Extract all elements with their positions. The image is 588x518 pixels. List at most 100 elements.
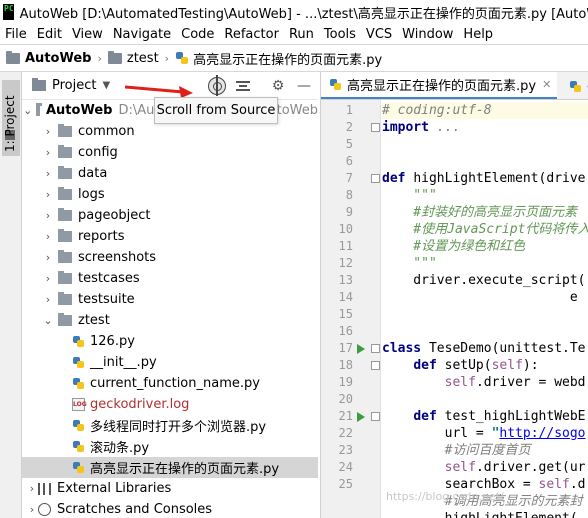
fold-icon[interactable] [371, 344, 380, 353]
collapse-all-icon[interactable] [236, 81, 250, 91]
chevron-right-icon[interactable]: › [42, 188, 54, 201]
code-token: #使用JavaScript代码将传入 [382, 222, 588, 237]
chevron-right-icon: › [97, 51, 102, 65]
code-token: .driver = webd [475, 375, 586, 390]
line-number: 20 [338, 392, 353, 406]
breadcrumb-project[interactable]: AutoWeb [6, 50, 91, 66]
code-token: class [382, 341, 429, 356]
tab-other-file[interactable]: exte [561, 72, 588, 99]
tree-file-item[interactable]: 多线程同时打开多个浏览器.py [22, 415, 318, 436]
chevron-right-icon[interactable]: › [26, 482, 38, 495]
chevron-right-icon[interactable]: › [42, 167, 54, 180]
chevron-right-icon[interactable]: › [42, 146, 54, 159]
code-line: class TeseDemo(unittest.Te [382, 340, 586, 357]
tree-folder-common[interactable]: › common [22, 121, 318, 142]
fold-icon[interactable] [371, 123, 380, 132]
python-file-icon [72, 356, 85, 369]
tree-item-label: current_function_name.py [90, 376, 260, 391]
code-token: #设置为绿色和红色 [382, 239, 526, 254]
tree-folder-testsuite[interactable]: › testsuite [22, 289, 318, 310]
folder-icon [6, 50, 20, 64]
chevron-right-icon[interactable]: › [42, 251, 54, 264]
tree-item-label: 多线程同时打开多个浏览器.py [90, 420, 267, 435]
code-token: TeseDemo(unittest.Te [428, 341, 586, 356]
chevron-right-icon[interactable]: › [42, 272, 54, 285]
gear-icon[interactable]: ⚙ [270, 78, 286, 94]
tree-file-item[interactable]: 高亮显示正在操作的页面元素.py [22, 457, 318, 478]
tree-file-item[interactable]: 滚动条.py [22, 436, 318, 457]
close-icon[interactable]: ✕ [542, 78, 551, 91]
tree-file-item[interactable]: __init__.py [22, 352, 318, 373]
menu-run[interactable]: Run [284, 27, 319, 42]
tree-file-item[interactable]: 126.py [22, 331, 318, 352]
tree-folder-screenshots[interactable]: › screenshots [22, 247, 318, 268]
tree-folder-testcases[interactable]: › testcases [22, 268, 318, 289]
tree-folder-logs[interactable]: › logs [22, 184, 318, 205]
run-icon[interactable] [357, 412, 365, 422]
chevron-down-icon[interactable]: ⌄ [23, 104, 32, 117]
line-number: 25 [338, 477, 353, 491]
tree-folder-reports[interactable]: › reports [22, 226, 318, 247]
menu-navigate[interactable]: Navigate [108, 27, 176, 42]
folder-icon [58, 292, 72, 305]
tree-external-libraries[interactable]: › External Libraries [22, 478, 318, 499]
tree-folder-ztest[interactable]: ⌄ ztest [22, 310, 318, 331]
code-token: self [444, 460, 476, 475]
dropdown-caret-icon[interactable]: ▼ [102, 80, 110, 91]
hide-panel-icon[interactable]: — [296, 78, 312, 94]
menu-tools[interactable]: Tools [319, 27, 361, 42]
tab-active-file[interactable]: 高亮显示正在操作的页面元素.py ✕ [321, 72, 557, 99]
menu-bar: File Edit View Navigate Code Refactor Run Tools… [0, 24, 588, 44]
menu-vcs[interactable]: VCS [361, 27, 397, 42]
project-view-selector[interactable]: Project [52, 78, 96, 93]
fold-icon[interactable] [371, 412, 380, 421]
code-token: http://sogo [499, 426, 586, 441]
breadcrumb-file[interactable]: 高亮显示正在操作的页面元素.py [175, 49, 382, 68]
fold-icon[interactable] [371, 174, 380, 183]
run-icon[interactable] [357, 344, 365, 354]
code-area[interactable]: # coding:utf-8 import ... def highLightEle… [382, 100, 588, 518]
menu-file[interactable]: File [0, 27, 32, 42]
scroll-from-source-icon[interactable] [208, 75, 226, 96]
tooltip: Scroll from Source [154, 97, 278, 124]
chevron-down-icon[interactable]: ⌄ [42, 314, 54, 327]
code-token: self [491, 358, 523, 373]
chevron-right-icon[interactable]: › [42, 125, 54, 138]
code-token: url = [382, 426, 492, 441]
code-token: """ [382, 188, 437, 203]
chevron-right-icon[interactable]: › [42, 293, 54, 306]
code-line: e [382, 289, 578, 306]
line-number: 24 [338, 460, 353, 474]
menu-code[interactable]: Code [176, 27, 219, 42]
menu-refactor[interactable]: Refactor [219, 27, 284, 42]
tree-scratches[interactable]: › Scratches and Consoles [22, 499, 318, 518]
menu-window[interactable]: Window [397, 27, 458, 42]
menu-edit[interactable]: Edit [32, 27, 67, 42]
code-token: self [444, 375, 476, 390]
chevron-right-icon[interactable]: › [42, 209, 54, 222]
menu-help[interactable]: Help [458, 27, 498, 42]
line-number: 13 [338, 273, 353, 287]
line-number: 19 [338, 375, 353, 389]
chevron-right-icon[interactable]: › [42, 230, 54, 243]
folder-icon [58, 250, 72, 263]
chevron-right-icon[interactable]: › [26, 503, 38, 516]
line-number-gutter: 1 2 5 6 7 8 9 10 11 12 13 14 15 16 17 18 19 20 21 22 23 24 25 [321, 100, 381, 518]
breadcrumb-folder[interactable]: ztest [107, 50, 159, 66]
tree-folder-pageobject[interactable]: › pageobject [22, 205, 318, 226]
fold-icon[interactable] [371, 361, 380, 370]
tree-folder-data[interactable]: › data [22, 163, 318, 184]
line-number: 18 [338, 358, 353, 372]
code-line: import ... [382, 119, 460, 136]
tree-item-label: config [78, 145, 118, 160]
tree-folder-config[interactable]: › config [22, 142, 318, 163]
menu-view[interactable]: View [67, 27, 108, 42]
python-file-icon [175, 51, 189, 65]
tree-file-item[interactable]: LOG geckodriver.log [22, 394, 318, 415]
line-number: 23 [338, 443, 353, 457]
code-token: # coding:utf-8 [382, 103, 492, 118]
tree-file-item[interactable]: current_function_name.py [22, 373, 318, 394]
code-token: def [382, 171, 414, 186]
line-number: 5 [345, 137, 353, 151]
